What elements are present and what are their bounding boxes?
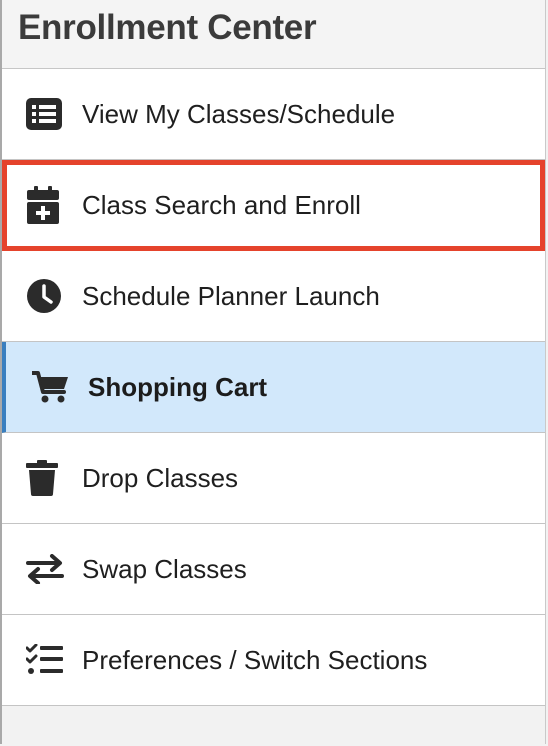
calendar-plus-icon: [26, 186, 64, 224]
nav-item-drop-classes[interactable]: Drop Classes: [2, 433, 545, 524]
enrollment-nav: View My Classes/Schedule Class Search an…: [2, 69, 545, 706]
nav-item-label: Swap Classes: [82, 554, 247, 584]
nav-item-preferences-switch-sections[interactable]: Preferences / Switch Sections: [2, 615, 545, 706]
nav-item-label: Preferences / Switch Sections: [82, 645, 428, 675]
trash-icon: [26, 459, 64, 497]
list-icon: [26, 95, 64, 133]
checklist-icon: [26, 641, 64, 679]
nav-item-label: Drop Classes: [82, 463, 239, 493]
nav-item-schedule-planner[interactable]: Schedule Planner Launch: [2, 251, 545, 342]
nav-item-view-my-classes[interactable]: View My Classes/Schedule: [2, 69, 545, 160]
nav-item-swap-classes[interactable]: Swap Classes: [2, 524, 545, 615]
nav-item-label: View My Classes/Schedule: [82, 99, 396, 129]
cart-icon: [32, 368, 70, 406]
panel-header: Enrollment Center: [2, 0, 545, 69]
panel-footer: [2, 706, 545, 746]
clock-icon: [26, 277, 64, 315]
page-title: Enrollment Center: [18, 8, 317, 47]
nav-item-shopping-cart[interactable]: Shopping Cart: [2, 342, 545, 433]
nav-item-label: Class Search and Enroll: [82, 190, 361, 220]
nav-item-label: Shopping Cart: [88, 372, 268, 402]
nav-item-label: Schedule Planner Launch: [82, 281, 380, 311]
swap-arrows-icon: [26, 550, 64, 588]
enrollment-center-panel: Enrollment Center View My Classes/Schedu…: [0, 0, 546, 746]
nav-item-class-search-enroll[interactable]: Class Search and Enroll: [2, 160, 545, 251]
